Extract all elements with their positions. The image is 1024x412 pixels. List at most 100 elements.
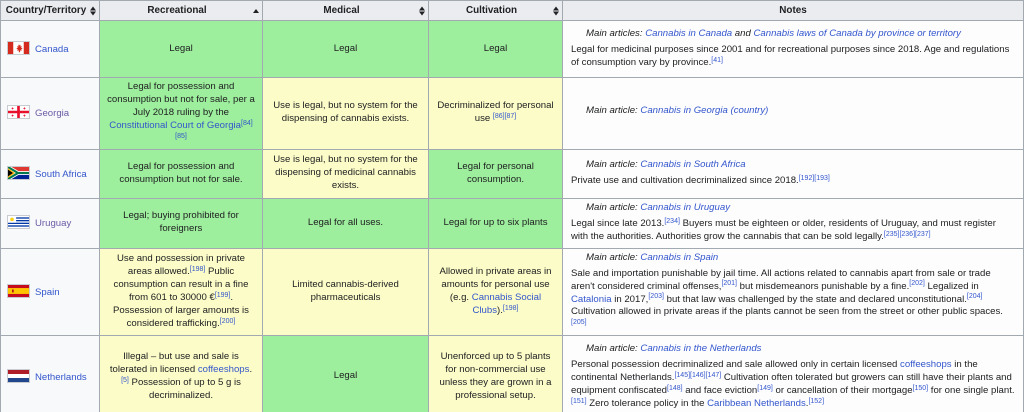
- recreational-status-cell: Illegal – but use and sale is tolerated …: [99, 335, 263, 412]
- country-cell: South Africa: [0, 148, 100, 199]
- column-header-label: Country/Territory: [5, 4, 87, 16]
- column-header-country-territory[interactable]: Country/Territory: [0, 0, 100, 21]
- uruguay-flag-icon: [7, 215, 30, 230]
- main-article-link[interactable]: Cannabis in Georgia (country): [640, 105, 768, 116]
- reference-link[interactable]: [204]: [967, 293, 983, 300]
- wiki-link[interactable]: Constitutional Court of Georgia: [109, 120, 241, 131]
- column-header-label: Recreational: [147, 4, 207, 16]
- column-header-medical[interactable]: Medical: [262, 0, 429, 21]
- country-link-georgia[interactable]: Georgia: [35, 108, 69, 119]
- header-row: Country/Territory Recreational Medical Cult…: [0, 0, 1024, 21]
- reference-link[interactable]: [86][87]: [493, 113, 516, 120]
- country-cell: Uruguay: [0, 197, 100, 249]
- main-article-link[interactable]: Cannabis in Spain: [640, 252, 718, 263]
- sort-ascending-icon: [253, 8, 259, 13]
- legality-of-cannabis-page: Country/Territory Recreational Medical Cult…: [0, 0, 1024, 412]
- wiki-link[interactable]: coffeeshops: [198, 364, 250, 375]
- recreational-status-cell: Legal for possession and consumption but…: [99, 77, 263, 150]
- netherlands-flag-icon: [7, 368, 30, 383]
- medical-status-cell: Legal: [262, 20, 429, 78]
- country-cell: Spain: [0, 247, 100, 337]
- cannabis-legality-table: Country/Territory Recreational Medical Cult…: [0, 0, 1024, 412]
- georgia-flag-icon: [7, 105, 30, 120]
- column-header-label: Notes: [779, 4, 807, 16]
- reference-link[interactable]: [5]: [121, 377, 129, 384]
- reference-link[interactable]: [41]: [711, 57, 723, 64]
- country-link-uruguay[interactable]: Uruguay: [35, 218, 71, 229]
- reference-link[interactable]: [205]: [571, 319, 587, 326]
- medical-status-cell: Limited cannabis-derived pharmaceuticals: [262, 247, 429, 337]
- reference-link[interactable]: [234]: [664, 218, 680, 225]
- column-header-label: Cultivation: [465, 4, 518, 16]
- reference-link[interactable]: [201]: [721, 280, 737, 287]
- hatnote: Main article: Cannabis in South Africa: [586, 159, 746, 171]
- reference-link[interactable]: [198]: [503, 305, 519, 312]
- cultivation-status-cell: Decriminalized for personal use [86][87]: [428, 77, 563, 150]
- table-body: Canada Legal Legal Legal Main articles: Cann…: [0, 20, 1024, 412]
- notes-cell: Main article: Cannabis in Uruguay Legal s…: [562, 197, 1024, 249]
- recreational-status-cell: Legal; buying prohibited for foreigners: [99, 197, 263, 249]
- sort-both-icon: [553, 6, 559, 15]
- cultivation-status-cell: Legal: [428, 20, 563, 78]
- wiki-link[interactable]: Cannabis Social Clubs: [472, 292, 541, 316]
- main-article-link[interactable]: Cannabis in Canada: [645, 28, 732, 39]
- column-header-cultivation[interactable]: Cultivation: [428, 0, 563, 21]
- note-body: Private use and cultivation decriminaliz…: [571, 175, 830, 187]
- country-link-south-africa[interactable]: South Africa: [35, 169, 87, 180]
- country-cell: Netherlands: [0, 335, 100, 412]
- reference-link[interactable]: [149]: [757, 385, 773, 392]
- table-row-canada: Canada Legal Legal Legal Main articles: Cann…: [0, 20, 1024, 78]
- note-body: Legal for medicinal purposes since 2001 …: [571, 44, 1010, 68]
- table-row-netherlands: Netherlands Illegal – but use and sale is…: [0, 335, 1024, 412]
- country-cell: Canada: [0, 20, 100, 78]
- table-row-georgia: Georgia Legal for possession and consumpt…: [0, 77, 1024, 150]
- reference-link[interactable]: [152]: [808, 398, 824, 405]
- notes-cell: Main article: Cannabis in the Netherland…: [562, 335, 1024, 412]
- cultivation-status-cell: Legal for personal consumption.: [428, 148, 563, 199]
- country-link-netherlands[interactable]: Netherlands: [35, 372, 87, 383]
- reference-link[interactable]: [148]: [667, 385, 683, 392]
- main-article-link[interactable]: Cannabis in South Africa: [640, 159, 745, 170]
- column-header-recreational[interactable]: Recreational: [99, 0, 263, 21]
- wiki-link[interactable]: Catalonia: [571, 294, 612, 305]
- reference-link[interactable]: [203]: [648, 293, 664, 300]
- notes-cell: Main article: Cannabis in Spain Sale and …: [562, 247, 1024, 337]
- spain-flag-icon: [7, 284, 30, 299]
- main-article-link[interactable]: Cannabis laws of Canada by province or t…: [753, 28, 960, 39]
- wiki-link[interactable]: Caribbean Netherlands: [707, 398, 806, 409]
- main-article-link[interactable]: Cannabis in Uruguay: [640, 202, 730, 213]
- recreational-status-cell: Legal for possession and consumption but…: [99, 148, 263, 199]
- recreational-status-cell: Legal: [99, 20, 263, 78]
- reference-link[interactable]: [235][236][237]: [884, 231, 931, 238]
- country-link-canada[interactable]: Canada: [35, 44, 69, 55]
- main-article-link[interactable]: Cannabis in the Netherlands: [640, 343, 761, 354]
- medical-status-cell: Legal: [262, 335, 429, 412]
- notes-cell: Main article: Cannabis in South Africa Pr…: [562, 148, 1024, 199]
- cultivation-status-cell: Legal for up to six plants: [428, 197, 563, 249]
- reference-link[interactable]: [202]: [909, 280, 925, 287]
- cultivation-status-cell: Allowed in private areas in amounts for …: [428, 247, 563, 337]
- cultivation-status-cell: Unenforced up to 5 plants for non-commer…: [428, 335, 563, 412]
- south-africa-flag-icon: [6, 165, 30, 181]
- medical-status-cell: Use is legal, but no system for the disp…: [262, 77, 429, 150]
- reference-link[interactable]: [145][146][147]: [674, 372, 721, 379]
- note-body: Legal since late 2013.[234] Buyers must …: [571, 218, 996, 243]
- reference-link[interactable]: [150]: [913, 385, 929, 392]
- reference-link[interactable]: [199]: [215, 292, 231, 299]
- table-row-spain: Spain Use and possession in private areas…: [0, 247, 1024, 337]
- reference-link[interactable]: [198]: [190, 266, 206, 273]
- hatnote: Main article: Cannabis in the Netherland…: [586, 342, 762, 354]
- note-body: Personal possession decriminalized and s…: [571, 358, 1015, 409]
- recreational-status-cell: Use and possession in private areas allo…: [99, 247, 263, 337]
- reference-link[interactable]: [151]: [571, 398, 587, 405]
- table-row-south-africa: South Africa Legal for possession and con…: [0, 148, 1024, 199]
- medical-status-cell: Use is legal, but no system for the disp…: [262, 148, 429, 199]
- country-link-spain[interactable]: Spain: [35, 287, 60, 298]
- country-cell: Georgia: [0, 77, 100, 150]
- reference-link[interactable]: [192][193]: [799, 175, 830, 182]
- wiki-link[interactable]: coffeeshops: [900, 359, 952, 370]
- canada-flag-icon: [7, 41, 30, 56]
- hatnote: Main articles: Cannabis in Canada and Ca…: [586, 28, 961, 40]
- notes-cell: Main articles: Cannabis in Canada and Ca…: [562, 20, 1024, 78]
- reference-link[interactable]: [200]: [220, 318, 236, 325]
